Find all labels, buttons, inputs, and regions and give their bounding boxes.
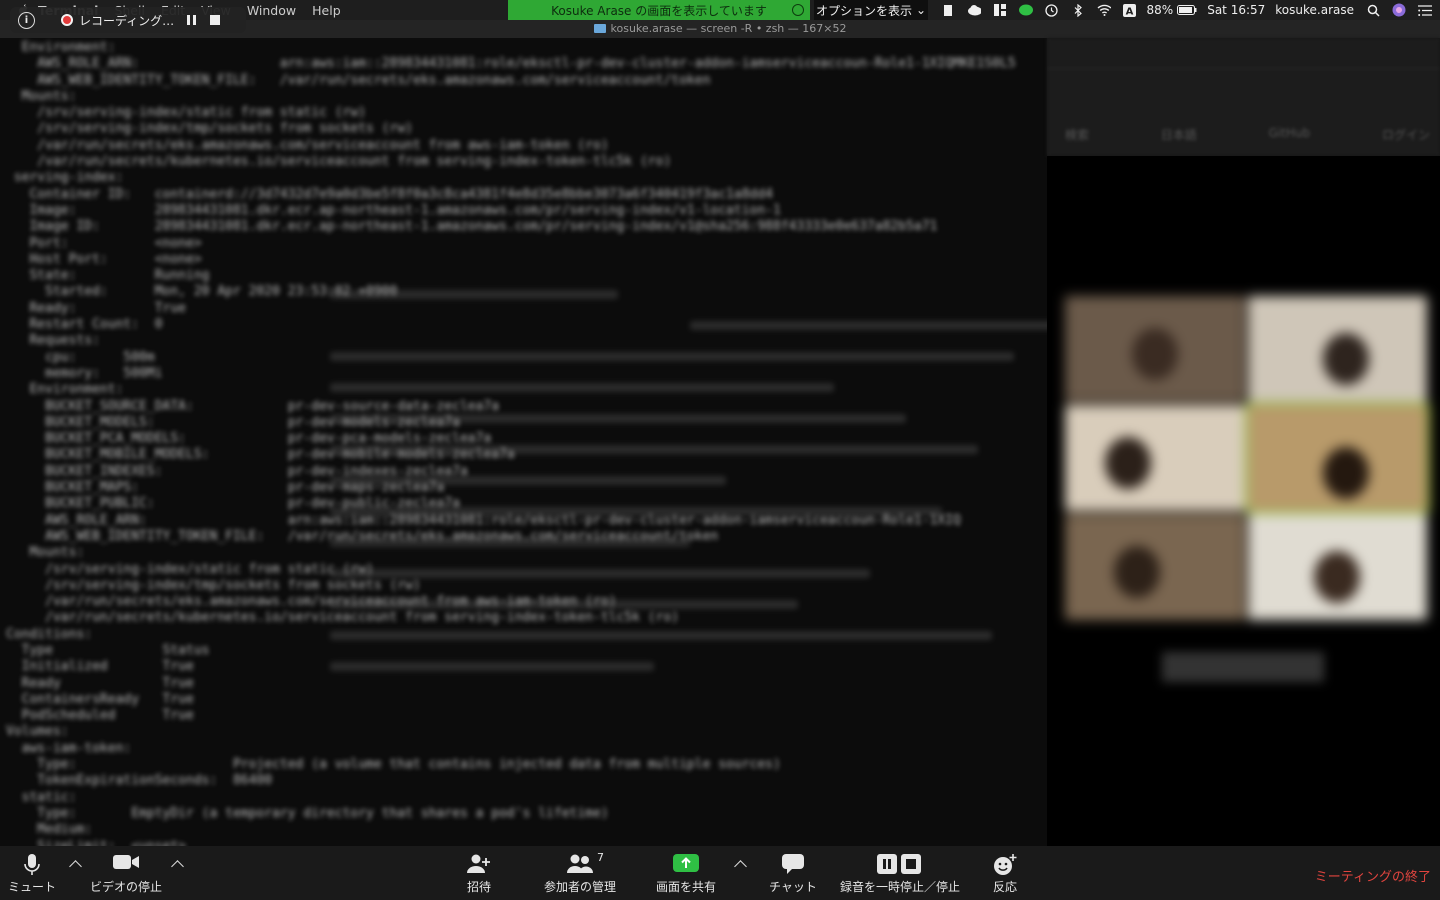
reactions-button[interactable]: 反応 [984,846,1026,900]
video-grid [1065,296,1430,620]
pause-stop-icon [877,854,921,874]
video-tile[interactable] [1065,405,1245,511]
siri-icon[interactable] [1392,3,1406,17]
share-screen-button[interactable]: 画面を共有 [654,846,718,900]
video-gallery-panel [1047,156,1440,860]
add-person-icon [467,854,490,873]
recording-indicator: i レコーディング… [10,7,246,33]
video-options-chevron-icon[interactable] [171,860,184,873]
manage-participants-button[interactable]: 7 参加者の管理 [542,846,618,900]
recording-label: レコーディング… [79,13,175,28]
browser-search: 検索 [1065,128,1090,142]
time-machine-icon[interactable] [1045,3,1059,17]
video-tile[interactable] [1065,296,1245,402]
browser-github-link: GitHub [1268,126,1311,140]
line-app-icon[interactable] [1018,3,1033,17]
chat-bubble-icon [782,854,804,874]
pause-recording-button[interactable] [184,13,198,27]
terminal-text: Environment: AWS_ROLE_ARN: arn:aws:iam::… [6,40,1016,846]
meeting-toolbar: ミュート ビデオの停止 招待 7 参加者の管理 画面を共有 チャット 録音を一時… [0,846,1440,900]
share-status-icon [792,4,804,16]
menu-window[interactable]: Window [247,3,296,18]
pause-stop-recording-button[interactable]: 録音を一時停止／停止 [838,846,962,900]
battery-percent: 88% [1146,3,1174,17]
record-icon [61,14,73,26]
grid-app-icon[interactable] [993,3,1007,17]
participant-video [1131,327,1178,380]
user-name[interactable]: kosuke.arase [1275,3,1354,17]
screen-share-banner: Kosuke Arase の画面を表示しています [508,0,810,20]
folder-icon [593,24,606,33]
smiley-plus-icon [994,854,1017,875]
wifi-icon[interactable] [1097,3,1111,17]
input-source-icon[interactable]: A [1123,3,1137,17]
svg-text:A: A [1126,6,1134,17]
notification-center-icon[interactable] [1418,3,1432,17]
video-tile[interactable] [1065,514,1245,620]
view-options-label: オプションを表示 [815,3,912,18]
participant-video [1323,447,1370,500]
video-tile[interactable] [1247,514,1427,620]
participant-video [1104,436,1151,489]
pause-stop-recording-label: 録音を一時停止／停止 [839,880,960,894]
menu-help[interactable]: Help [312,3,341,18]
mute-button[interactable]: ミュート [6,846,58,900]
bluetooth-icon[interactable] [1071,3,1085,17]
browser-login-link: ログイン [1381,128,1430,142]
participant-video [1113,545,1160,598]
manage-participants-label: 参加者の管理 [543,880,616,894]
stop-recording-button[interactable] [208,13,222,27]
mute-label: ミュート [7,880,56,894]
info-icon[interactable]: i [18,11,35,29]
participant-video [1323,333,1370,386]
chat-button[interactable]: チャット [766,846,820,900]
microphone-icon [24,854,40,875]
reactions-label: 反応 [992,880,1017,894]
view-options-dropdown[interactable]: オプションを表示 ⌄ [814,0,928,20]
invite-label: 招待 [466,880,491,894]
battery-icon[interactable] [1177,3,1197,17]
document-icon[interactable] [941,3,955,17]
terminal-output[interactable]: Environment: AWS_ROLE_ARN: arn:aws:iam::… [0,38,1047,846]
share-banner-text: Kosuke Arase の画面を表示しています [551,3,767,18]
chevron-down-icon: ⌄ [915,3,927,17]
video-camera-icon [113,855,139,869]
participant-name-tag [1162,652,1324,682]
browser-language: 日本語 [1160,128,1197,142]
participants-icon [567,854,593,873]
video-tile[interactable] [1244,402,1430,514]
stop-video-label: ビデオの停止 [89,880,162,894]
menu-bar-status-area: A 88% Sat 16:57 kosuke.arase [929,0,1440,20]
participant-count: 7 [597,851,604,864]
participant-video [1314,551,1361,604]
share-screen-label: 画面を共有 [655,880,716,894]
cloud-upload-icon[interactable] [967,3,981,17]
share-screen-icon [673,854,699,872]
stop-video-button[interactable]: ビデオの停止 [88,846,164,900]
video-tile[interactable] [1247,296,1427,402]
terminal-title: kosuke.arase — screen -R • zsh — 167×52 [610,22,847,35]
clock[interactable]: Sat 16:57 [1207,3,1265,17]
share-options-chevron-icon[interactable] [734,860,747,873]
end-meeting-button[interactable]: ミーティングの終了 [1315,866,1431,885]
audio-options-chevron-icon[interactable] [69,860,82,873]
search-icon[interactable] [1366,3,1380,17]
invite-button[interactable]: 招待 [458,846,500,900]
background-browser-window: 検索 日本語 GitHub ログイン [1047,38,1440,156]
chat-label: チャット [769,880,817,894]
